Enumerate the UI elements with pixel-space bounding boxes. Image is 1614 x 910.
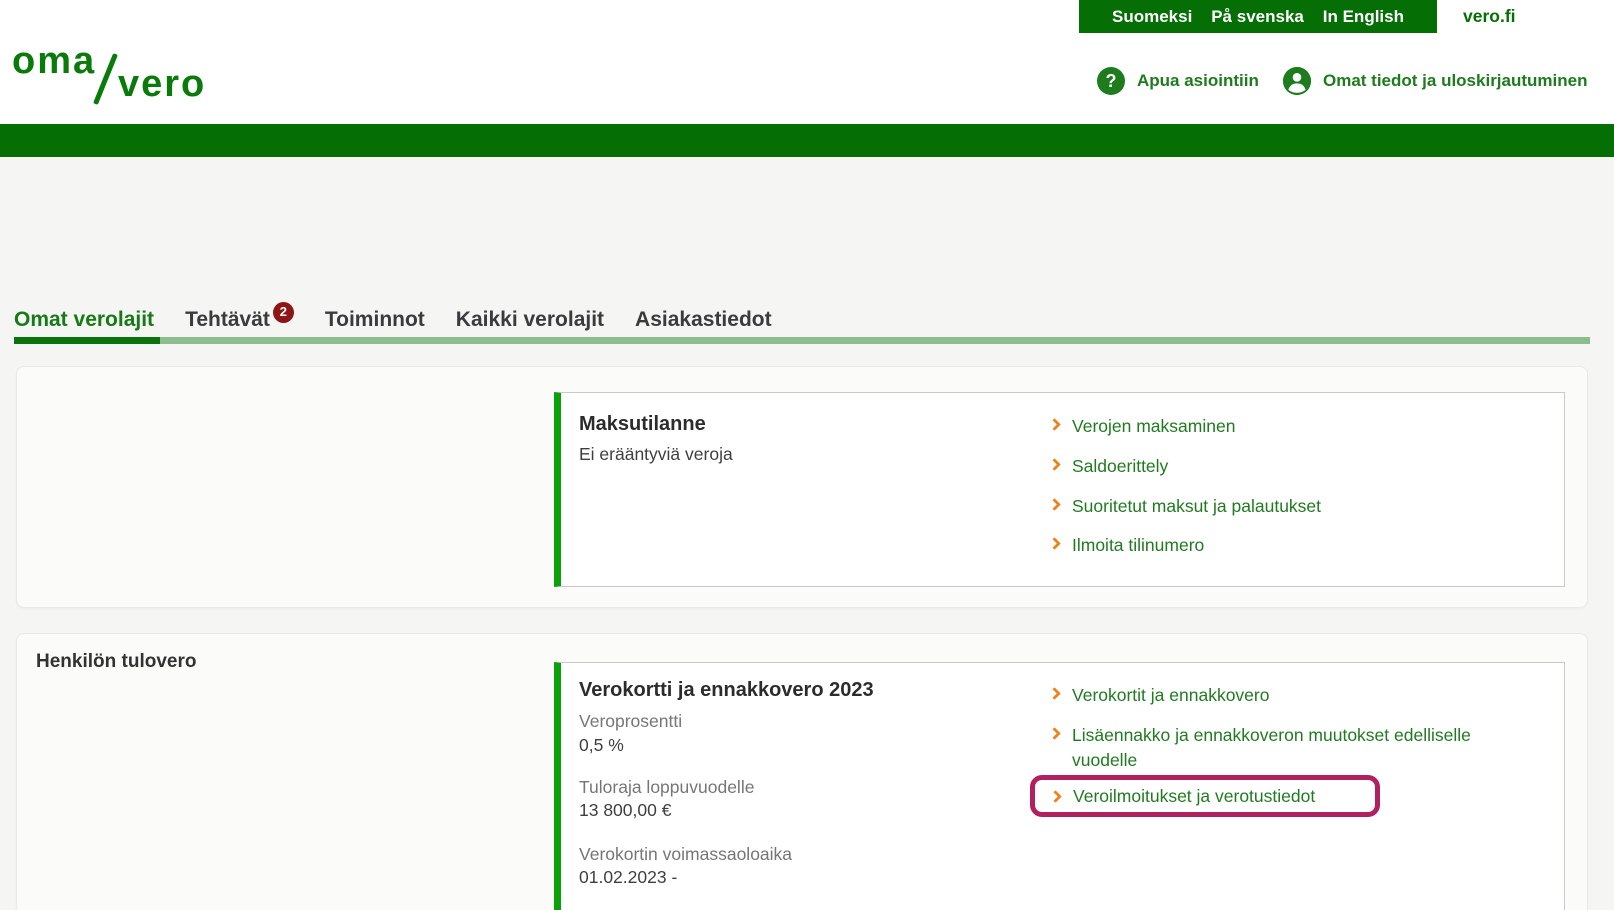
chevron-right-icon bbox=[1048, 498, 1061, 511]
chevron-right-icon bbox=[1048, 687, 1061, 700]
tab-tehtavat-label: Tehtävät bbox=[185, 308, 270, 331]
field-value-voimassaoloaika: 01.02.2023 - bbox=[579, 867, 678, 887]
link-ilmoita-tilinumero[interactable]: Ilmoita tilinumero bbox=[1048, 533, 1204, 558]
chevron-right-icon bbox=[1048, 458, 1061, 471]
section-label-henkilon-tulovero: Henkilön tulovero bbox=[36, 651, 197, 672]
question-mark-icon: ? bbox=[1097, 67, 1125, 95]
omavero-page: oma vero Suomeksi På svenska In English … bbox=[0, 0, 1614, 910]
help-menu[interactable]: ? Apua asiointiin bbox=[1097, 66, 1259, 96]
link-verojen-maksaminen[interactable]: Verojen maksaminen bbox=[1048, 414, 1235, 439]
card-title-verokortti: Verokortti ja ennakkovero 2023 bbox=[579, 679, 874, 701]
card-title-maksutilanne: Maksutilanne bbox=[579, 413, 706, 435]
tab-underline bbox=[14, 337, 1590, 344]
task-count-badge: 2 bbox=[272, 301, 294, 323]
field-label-veroprosentti: Veroprosentti bbox=[579, 711, 683, 731]
language-link-english[interactable]: In English bbox=[1323, 7, 1404, 27]
highlighted-link-veroilmoitukset[interactable]: Veroilmoitukset ja verotustiedot bbox=[1030, 775, 1380, 817]
payment-status-text: Ei erääntyviä veroja bbox=[579, 444, 733, 464]
tab-toiminnot[interactable]: Toiminnot bbox=[325, 307, 425, 333]
field-value-tuloraja: 13 800,00 € bbox=[579, 800, 672, 820]
help-label: Apua asiointiin bbox=[1137, 71, 1259, 90]
omavero-logo[interactable]: oma vero bbox=[0, 0, 220, 115]
field-label-voimassaoloaika: Verokortin voimassaoloaika bbox=[579, 844, 793, 864]
logo-text-vero: vero bbox=[118, 63, 207, 105]
chevron-right-icon bbox=[1048, 418, 1061, 431]
tab-asiakastiedot[interactable]: Asiakastiedot bbox=[635, 307, 772, 333]
link-lisaennakko[interactable]: Lisäennakko ja ennakkoveron muutokset ed… bbox=[1048, 723, 1472, 773]
person-icon bbox=[1283, 67, 1311, 95]
language-link-finnish[interactable]: Suomeksi bbox=[1112, 7, 1192, 27]
active-tab-indicator bbox=[14, 337, 160, 344]
field-value-veroprosentti: 0,5 % bbox=[579, 735, 624, 755]
logo-slash bbox=[93, 53, 118, 105]
header: oma vero Suomeksi På svenska In English … bbox=[0, 0, 1614, 124]
tax-card-card: Verokortti ja ennakkovero 2023 Veroprose… bbox=[554, 662, 1565, 910]
chevron-right-icon bbox=[1048, 537, 1061, 550]
logo-text-oma: oma bbox=[12, 40, 97, 82]
chevron-right-icon bbox=[1048, 727, 1061, 740]
green-banner bbox=[0, 124, 1614, 157]
language-bar: Suomeksi På svenska In English bbox=[1079, 0, 1437, 33]
account-label: Omat tiedot ja uloskirjautuminen bbox=[1323, 71, 1588, 90]
vero-fi-link[interactable]: vero.fi bbox=[1463, 0, 1516, 33]
language-link-swedish[interactable]: På svenska bbox=[1211, 7, 1304, 27]
field-label-tuloraja: Tuloraja loppuvuodelle bbox=[579, 777, 755, 797]
link-saldoerittely[interactable]: Saldoerittely bbox=[1048, 454, 1168, 479]
link-verokortit-ja-ennakkovero[interactable]: Verokortit ja ennakkovero bbox=[1048, 683, 1269, 708]
account-menu[interactable]: Omat tiedot ja uloskirjautuminen bbox=[1283, 66, 1587, 96]
tab-kaikki-verolajit[interactable]: Kaikki verolajit bbox=[456, 307, 604, 333]
tab-bar: Omat verolajit Tehtävät 2 Toiminnot Kaikk… bbox=[14, 301, 772, 333]
payment-status-card: Maksutilanne Ei erääntyviä veroja Veroje… bbox=[554, 392, 1565, 587]
tab-omat-verolajit[interactable]: Omat verolajit bbox=[14, 307, 154, 333]
link-suoritetut-maksut[interactable]: Suoritetut maksut ja palautukset bbox=[1048, 494, 1321, 519]
chevron-right-icon bbox=[1049, 789, 1062, 803]
tab-tehtavat[interactable]: Tehtävät 2 bbox=[185, 301, 294, 333]
